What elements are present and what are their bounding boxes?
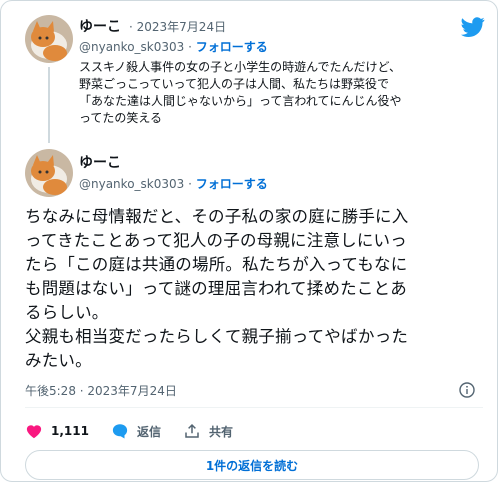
thread-line xyxy=(48,67,50,143)
speech-bubble-icon xyxy=(112,424,128,439)
author-name[interactable]: ゆーこ xyxy=(79,152,121,172)
author-avatar[interactable] xyxy=(25,149,73,197)
quoted-follow-button[interactable]: フォローする xyxy=(196,40,268,54)
action-bar: 1,111 返信 共有 xyxy=(25,421,255,441)
info-icon[interactable] xyxy=(459,382,475,398)
quoted-handle-row: @nyanko_sk0303 · フォローする xyxy=(79,38,268,55)
read-replies-button[interactable]: 1件の返信を読む xyxy=(25,450,479,480)
reply-button[interactable]: 返信 xyxy=(111,422,161,440)
quoted-handle[interactable]: @nyanko_sk0303 · xyxy=(79,40,192,54)
share-button[interactable]: 共有 xyxy=(183,422,233,440)
quoted-tweet-text: ススキノ殺人事件の女の子と小学生の時遊んでたんだけど、 野菜ごっこっていって犯人… xyxy=(79,60,402,125)
twitter-bird-icon[interactable] xyxy=(461,15,485,39)
quoted-avatar[interactable] xyxy=(25,15,73,63)
divider xyxy=(25,407,483,408)
share-label: 共有 xyxy=(208,424,233,439)
author-handle[interactable]: @nyanko_sk0303 · xyxy=(79,177,192,191)
like-button[interactable]: 1,111 xyxy=(25,422,89,440)
share-icon xyxy=(185,423,199,438)
quoted-date[interactable]: · 2023年7月24日 xyxy=(129,18,226,35)
cat-avatar-icon xyxy=(25,149,73,197)
tweet-timestamp[interactable]: 午後5:28 · 2023年7月24日 xyxy=(25,382,177,399)
cat-avatar-icon xyxy=(25,15,73,63)
quoted-author-name[interactable]: ゆーこ xyxy=(79,16,121,36)
tweet-text: ちなみに母情報だと、その子私の家の庭に勝手に入 ってきたことあって犯人の子の母親… xyxy=(25,207,409,370)
reply-label: 返信 xyxy=(136,424,161,439)
like-count: 1,111 xyxy=(51,424,89,438)
tweet-card: ゆーこ · 2023年7月24日 @nyanko_sk0303 · フォローする… xyxy=(0,0,498,482)
heart-icon xyxy=(26,425,42,439)
author-handle-row: @nyanko_sk0303 · フォローする xyxy=(79,175,268,192)
follow-button[interactable]: フォローする xyxy=(196,177,268,191)
